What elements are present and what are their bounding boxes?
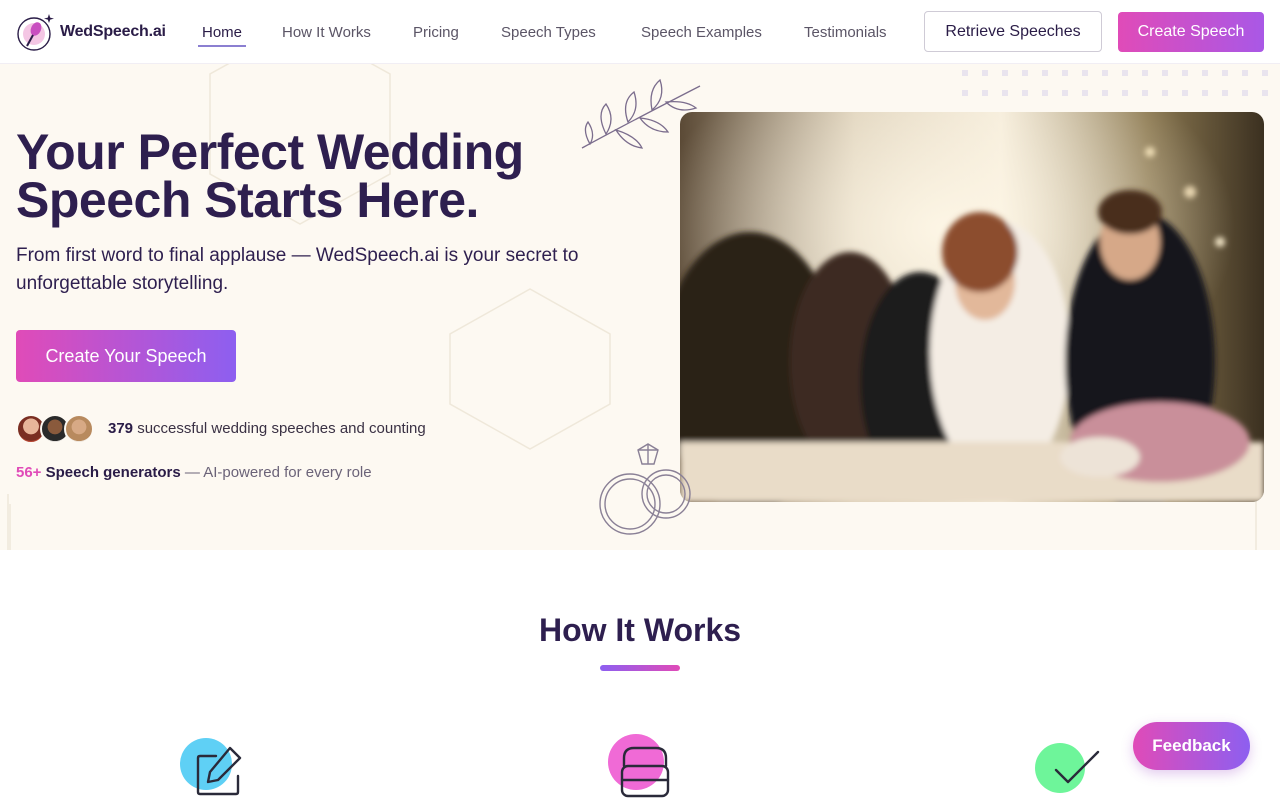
speech-count-number: 379 xyxy=(108,420,134,437)
top-navbar: WedSpeech.ai Home How It Works Pricing S… xyxy=(0,0,1280,64)
speech-count-stat: 379 successful wedding speeches and coun… xyxy=(108,420,426,437)
nav-link-testimonials[interactable]: Testimonials xyxy=(804,24,887,41)
dot-grid-decoration xyxy=(962,70,1268,96)
how-it-works-title: How It Works xyxy=(538,612,742,648)
nav-link-home[interactable]: Home xyxy=(197,24,247,47)
brand-name: WedSpeech.ai xyxy=(60,23,166,40)
nav-link-pricing[interactable]: Pricing xyxy=(413,24,459,41)
generators-stat: 56+ Speech generators — AI-powered for e… xyxy=(16,464,372,481)
nav-link-speech-examples[interactable]: Speech Examples xyxy=(641,24,762,41)
avatar xyxy=(64,414,94,444)
brand-logo[interactable]: WedSpeech.ai xyxy=(16,12,166,52)
hero-title: Your Perfect Wedding Speech Starts Here. xyxy=(16,124,524,228)
wedding-rings-decoration xyxy=(599,443,691,535)
edit-pencil-icon xyxy=(180,738,242,796)
feedback-button[interactable]: Feedback xyxy=(1133,722,1250,770)
create-speech-button[interactable]: Create Speech xyxy=(1118,12,1264,52)
create-your-speech-button[interactable]: Create Your Speech xyxy=(16,330,236,382)
layers-stack-icon xyxy=(608,734,670,798)
speech-count-text: successful wedding speeches and counting xyxy=(137,420,426,437)
hero-subtitle: From first word to final applause — WedS… xyxy=(16,245,579,294)
nav-link-how-it-works[interactable]: How It Works xyxy=(282,24,371,41)
wedding-reception-toast-photo xyxy=(680,112,1264,502)
checkmark-icon xyxy=(1035,743,1100,793)
nav-link-speech-types[interactable]: Speech Types xyxy=(501,24,596,41)
retrieve-speeches-button[interactable]: Retrieve Speeches xyxy=(924,11,1102,52)
section-underline xyxy=(600,665,680,671)
generators-suffix: — AI-powered for every role xyxy=(184,464,372,481)
generators-count: 56+ xyxy=(16,464,42,481)
generators-label: Speech generators xyxy=(45,464,181,481)
hero-section: Your Perfect Wedding Speech Starts Here.… xyxy=(0,64,1280,550)
microphone-sparkle-icon xyxy=(17,14,54,51)
user-avatar-group xyxy=(16,414,96,446)
